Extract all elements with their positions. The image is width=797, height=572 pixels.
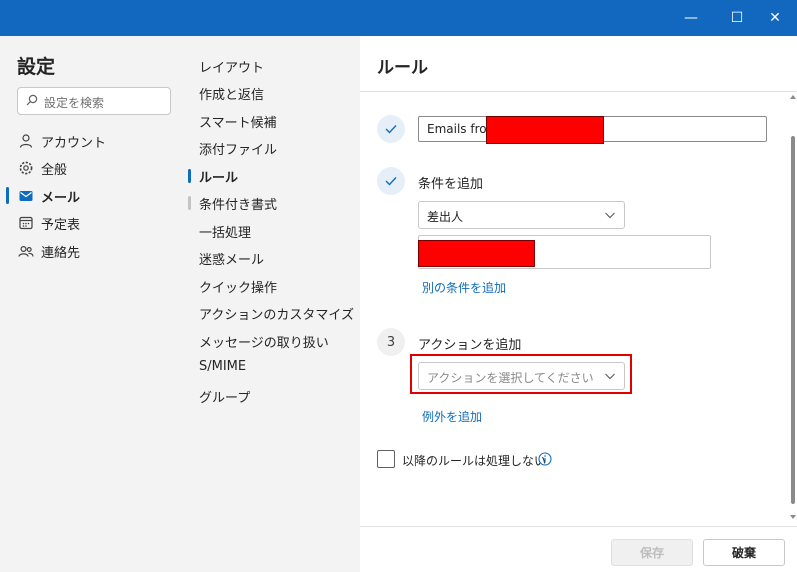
- calendar-icon: [19, 216, 33, 230]
- checkmark-icon: [385, 125, 397, 134]
- mail-setting-layout[interactable]: レイアウト: [188, 54, 360, 78]
- mail-setting-label: 迷惑メール: [199, 253, 265, 268]
- mail-setting-label: 条件付き書式: [199, 198, 278, 213]
- mail-setting-label: クイック操作: [199, 281, 278, 296]
- condition-value-input[interactable]: [418, 235, 711, 269]
- mail-settings-pane: レイアウト 作成と返信 スマート候補 添付ファイル ルール 条件付き書式 一括処…: [188, 36, 360, 572]
- active-indicator: [6, 187, 9, 204]
- step-2-done-indicator: [377, 167, 405, 195]
- search-icon: [26, 94, 38, 106]
- nav-item-account[interactable]: アカウント: [0, 128, 188, 154]
- nav-item-contacts[interactable]: 連絡先: [0, 238, 188, 264]
- info-icon[interactable]: [538, 452, 552, 466]
- mail-setting-attachments[interactable]: 添付ファイル: [188, 136, 360, 160]
- mail-setting-sweep[interactable]: 一括処理: [188, 219, 360, 243]
- stop-processing-label: 以降のルールは処理しない: [402, 454, 547, 468]
- nav-item-label: メール: [41, 191, 81, 206]
- mail-setting-compose-reply[interactable]: 作成と返信: [188, 81, 360, 105]
- gear-icon: [19, 161, 33, 175]
- redaction-block: [418, 240, 535, 267]
- mail-setting-groups[interactable]: グループ: [188, 384, 360, 408]
- mail-setting-label: 添付ファイル: [199, 143, 278, 158]
- action-select-placeholder: アクションを選択してください: [427, 371, 594, 385]
- checkmark-icon: [385, 177, 397, 186]
- mail-icon: [19, 191, 33, 201]
- rule-name-input[interactable]: Emails from: [418, 116, 767, 144]
- scroll-up-arrow-icon[interactable]: [790, 94, 796, 100]
- nav-item-label: 予定表: [41, 218, 81, 233]
- nav-item-label: アカウント: [41, 136, 107, 151]
- hover-indicator: [188, 196, 191, 210]
- settings-title: 設定: [17, 56, 56, 78]
- mail-setting-label: グループ: [199, 391, 251, 406]
- mail-setting-message-handling[interactable]: メッセージの取り扱い: [188, 329, 360, 353]
- mail-setting-conditional-formatting[interactable]: 条件付き書式: [188, 191, 360, 215]
- chevron-down-icon: [605, 373, 615, 380]
- chevron-down-icon: [605, 212, 615, 219]
- mail-setting-customize-actions[interactable]: アクションのカスタマイズ: [188, 301, 360, 325]
- step-1-done-indicator: [377, 115, 405, 143]
- mail-setting-smime[interactable]: S/MIME: [188, 356, 360, 380]
- condition-type-select[interactable]: 差出人: [418, 201, 625, 229]
- add-exception-link[interactable]: 例外を追加: [422, 408, 482, 425]
- action-select[interactable]: アクションを選択してください: [418, 362, 625, 390]
- page-title: ルール: [377, 58, 428, 78]
- mail-setting-label: アクションのカスタマイズ: [199, 308, 354, 323]
- stop-processing-checkbox[interactable]: [377, 450, 395, 468]
- mail-setting-smart-suggestions[interactable]: スマート候補: [188, 109, 360, 133]
- close-button[interactable]: ✕: [752, 0, 797, 36]
- add-condition-label: 条件を追加: [418, 177, 484, 192]
- add-another-condition-link[interactable]: 別の条件を追加: [422, 279, 506, 296]
- condition-type-value: 差出人: [427, 210, 464, 224]
- settings-nav-pane: 設定 設定を検索 アカウント 全般 メール 予定表 連絡先: [0, 36, 188, 572]
- mail-setting-label: メッセージの取り扱い: [199, 336, 329, 351]
- mail-setting-rules[interactable]: ルール: [188, 164, 360, 188]
- mail-setting-junk-email[interactable]: 迷惑メール: [188, 246, 360, 270]
- redaction-block: [486, 116, 604, 144]
- mail-setting-label: スマート候補: [199, 116, 277, 131]
- title-bar: — ☐ ✕: [0, 0, 797, 36]
- rule-editor-pane: ルール Emails from 条件を追加 差出人 別の条件を追加 3 アクショ…: [360, 36, 797, 572]
- scroll-down-arrow-icon[interactable]: [790, 514, 796, 520]
- add-action-label: アクションを追加: [418, 338, 522, 353]
- save-button[interactable]: 保存: [611, 539, 693, 566]
- nav-item-label: 全般: [41, 163, 68, 178]
- settings-search-box[interactable]: 設定を検索: [17, 87, 171, 115]
- person-icon: [19, 134, 33, 148]
- people-icon: [18, 245, 34, 257]
- minimize-button[interactable]: —: [668, 0, 714, 36]
- nav-item-mail[interactable]: メール: [0, 183, 188, 209]
- mail-setting-label: レイアウト: [199, 61, 265, 76]
- nav-item-general[interactable]: 全般: [0, 155, 188, 181]
- step-3-indicator: 3: [377, 328, 405, 356]
- search-placeholder: 設定を検索: [44, 96, 105, 110]
- mail-setting-label: ルール: [199, 171, 239, 186]
- active-indicator: [188, 169, 191, 183]
- nav-item-calendar[interactable]: 予定表: [0, 210, 188, 236]
- mail-setting-label: S/MIME: [199, 359, 247, 374]
- discard-button[interactable]: 破棄: [703, 539, 785, 566]
- mail-setting-label: 作成と返信: [199, 88, 265, 103]
- header-divider: [360, 91, 797, 92]
- footer-divider: [360, 526, 797, 527]
- nav-item-label: 連絡先: [41, 246, 81, 261]
- scrollbar-thumb[interactable]: [791, 136, 795, 504]
- mail-setting-quick-steps[interactable]: クイック操作: [188, 274, 360, 298]
- mail-setting-label: 一括処理: [199, 226, 252, 241]
